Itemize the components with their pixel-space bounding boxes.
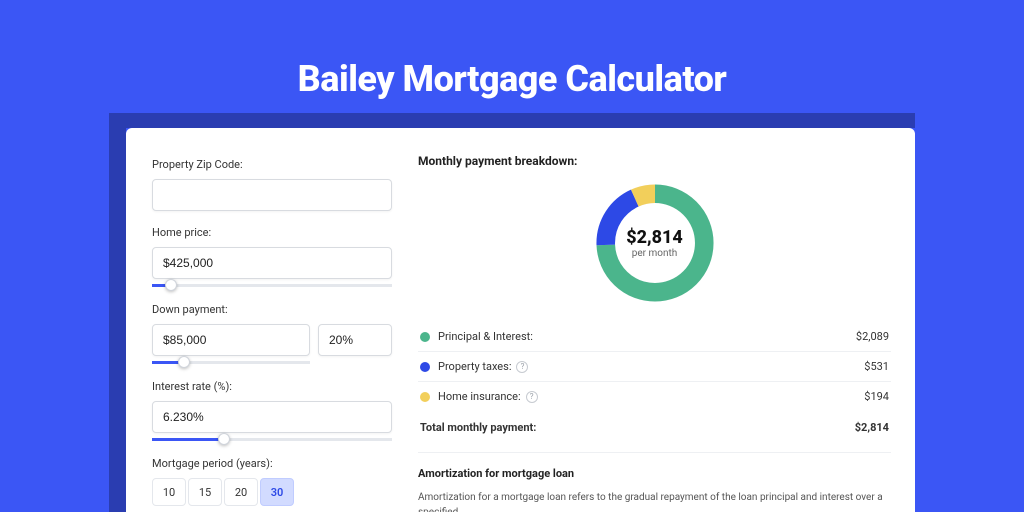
calculator-card: Property Zip Code: Home price: Down paym… <box>126 128 915 512</box>
legend-label-text: Property taxes: <box>438 360 511 373</box>
zip-input[interactable] <box>152 179 392 211</box>
total-value: $2,814 <box>855 421 889 434</box>
amortization-body: Amortization for a mortgage loan refers … <box>418 490 891 512</box>
down-payment-input[interactable] <box>152 324 310 356</box>
period-option-15[interactable]: 15 <box>188 478 222 506</box>
legend-row-2: Home insurance:?$194 <box>418 382 891 411</box>
legend-value: $2,089 <box>856 330 889 343</box>
legend-swatch <box>420 332 430 342</box>
period-option-10[interactable]: 10 <box>152 478 186 506</box>
down-payment-slider-thumb[interactable] <box>178 356 190 368</box>
down-payment-pct-input[interactable] <box>318 324 392 356</box>
breakdown-column: Monthly payment breakdown: $2,814 per mo… <box>408 128 915 512</box>
legend-swatch <box>420 362 430 372</box>
interest-rate-slider-thumb[interactable] <box>218 433 230 445</box>
help-icon[interactable]: ? <box>516 361 528 373</box>
donut-chart: $2,814 per month <box>590 178 720 308</box>
legend-label: Home insurance:? <box>438 390 864 403</box>
donut-amount: $2,814 <box>626 227 683 248</box>
donut-sub: per month <box>632 248 678 259</box>
home-price-slider-thumb[interactable] <box>165 279 177 291</box>
interest-rate-slider-fill <box>152 438 224 441</box>
home-price-label: Home price: <box>152 226 408 239</box>
card-shadow-left <box>109 128 126 512</box>
section-divider <box>418 452 891 453</box>
down-payment-label: Down payment: <box>152 303 408 316</box>
donut-center: $2,814 per month <box>590 178 720 308</box>
interest-rate-label: Interest rate (%): <box>152 380 408 393</box>
legend-label-text: Home insurance: <box>438 390 521 403</box>
legend-row-1: Property taxes:?$531 <box>418 352 891 382</box>
down-payment-slider[interactable] <box>152 361 310 364</box>
period-label: Mortgage period (years): <box>152 457 408 470</box>
legend-label-text: Principal & Interest: <box>438 330 533 343</box>
donut-chart-wrap: $2,814 per month <box>418 178 891 308</box>
zip-label: Property Zip Code: <box>152 158 408 171</box>
period-option-30[interactable]: 30 <box>260 478 294 506</box>
page-title: Bailey Mortgage Calculator <box>0 0 1024 100</box>
breakdown-title: Monthly payment breakdown: <box>418 154 891 168</box>
period-option-20[interactable]: 20 <box>224 478 258 506</box>
legend-value: $531 <box>864 360 889 373</box>
home-price-slider[interactable] <box>152 284 392 287</box>
legend-row-total: Total monthly payment: $2,814 <box>418 411 891 442</box>
legend-row-0: Principal & Interest: $2,089 <box>418 322 891 352</box>
interest-rate-input[interactable] <box>152 401 392 433</box>
amortization-title: Amortization for mortgage loan <box>418 467 891 480</box>
page-root: Bailey Mortgage Calculator Property Zip … <box>0 0 1024 512</box>
home-price-input[interactable] <box>152 247 392 279</box>
form-column: Property Zip Code: Home price: Down paym… <box>126 128 408 512</box>
total-label: Total monthly payment: <box>420 421 855 434</box>
help-icon[interactable]: ? <box>526 391 538 403</box>
period-segmented: 10152030 <box>152 478 408 506</box>
interest-rate-slider[interactable] <box>152 438 392 441</box>
legend-swatch <box>420 392 430 402</box>
legend-value: $194 <box>864 390 889 403</box>
legend-label: Property taxes:? <box>438 360 864 373</box>
legend-list: Principal & Interest: $2,089 Property taxe… <box>418 322 891 411</box>
card-shadow-top <box>109 113 915 128</box>
legend-label: Principal & Interest: <box>438 330 856 343</box>
